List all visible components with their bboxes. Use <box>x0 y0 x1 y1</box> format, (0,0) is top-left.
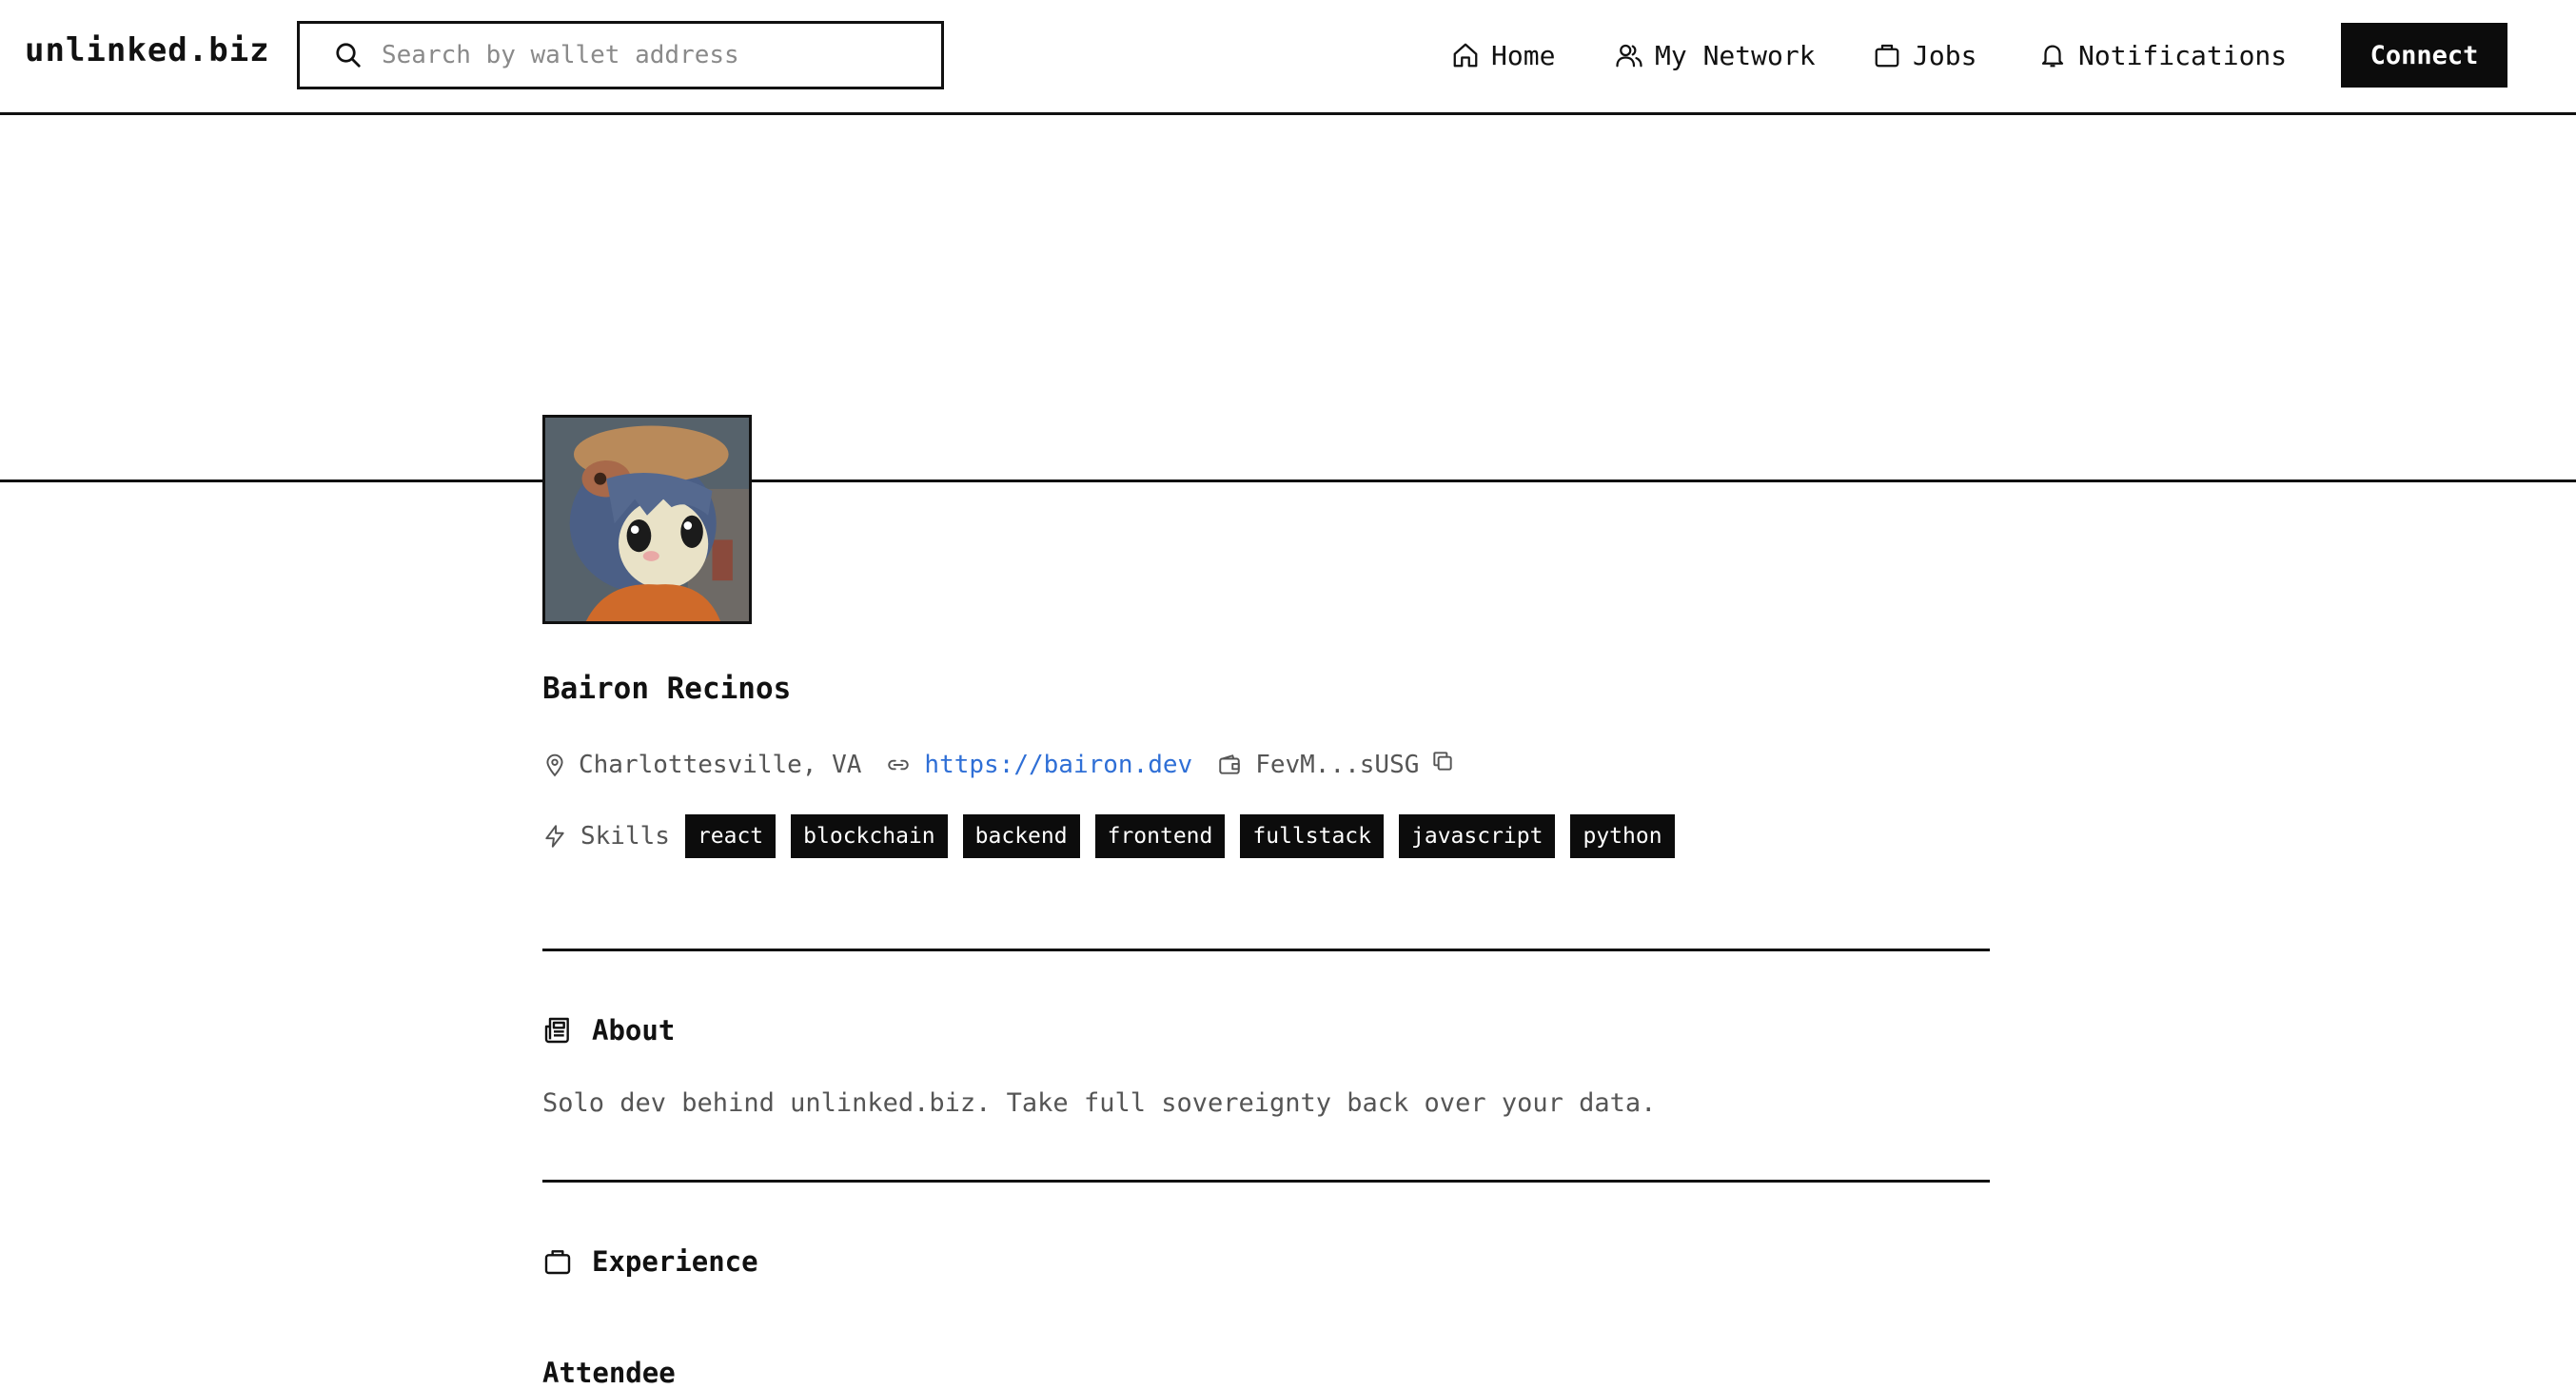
about-title: About <box>592 1014 676 1047</box>
search-icon <box>336 43 361 68</box>
top-bar: unlinked.biz Home My Network Jobs <box>0 0 2576 115</box>
nav-jobs[interactable]: Jobs <box>1873 34 1976 76</box>
map-pin-icon <box>546 753 563 777</box>
nav-my-network-label: My Network <box>1655 39 1816 71</box>
lightning-icon <box>545 825 564 848</box>
profile-meta: Charlottesville, VA https://bairon.dev F… <box>542 748 1455 782</box>
skill-tag[interactable]: blockchain <box>791 814 948 858</box>
skill-tag[interactable]: frontend <box>1094 814 1226 858</box>
skills-label: Skills <box>580 822 670 851</box>
about-heading: About <box>542 1011 675 1049</box>
website-link[interactable]: https://bairon.dev <box>924 751 1192 779</box>
nav-jobs-label: Jobs <box>1913 39 1977 71</box>
nav-home-label: Home <box>1491 39 1556 71</box>
skill-tag[interactable]: react <box>684 814 777 858</box>
experience-heading: Experience <box>542 1242 758 1281</box>
search-input[interactable] <box>380 40 916 70</box>
logo[interactable]: unlinked.biz <box>25 31 270 69</box>
nav-my-network[interactable]: My Network <box>1615 34 1816 76</box>
users-icon <box>1616 44 1642 68</box>
avatar-image <box>545 418 749 621</box>
briefcase-icon <box>1875 44 1899 68</box>
skills-row: Skills react blockchain backend frontend… <box>542 813 1690 859</box>
skill-tag[interactable]: javascript <box>1399 814 1556 858</box>
experience-item-title: Attendee <box>542 1357 676 1389</box>
link-icon <box>888 759 910 771</box>
connect-button[interactable]: Connect <box>2341 23 2507 88</box>
section-divider <box>542 949 1990 951</box>
profile-name: Bairon Recinos <box>542 672 792 706</box>
briefcase-icon <box>544 1250 571 1275</box>
section-divider <box>542 1180 1990 1183</box>
about-text: Solo dev behind unlinked.biz. Take full … <box>542 1088 1657 1118</box>
wallet-icon <box>1219 754 1240 774</box>
location-text: Charlottesville, VA <box>579 751 862 779</box>
avatar <box>542 415 752 624</box>
nav-home[interactable]: Home <box>1451 34 1555 76</box>
newspaper-icon <box>544 1017 569 1044</box>
experience-title: Experience <box>592 1245 758 1278</box>
home-icon <box>1453 43 1478 68</box>
search-box[interactable] <box>297 21 944 89</box>
copy-icon[interactable] <box>1430 749 1455 773</box>
nav-notifications[interactable]: Notifications <box>2038 34 2287 76</box>
banner-divider <box>0 479 2576 482</box>
nav-notifications-label: Notifications <box>2078 39 2288 71</box>
skill-tag[interactable]: python <box>1570 814 1675 858</box>
skill-tag[interactable]: fullstack <box>1240 814 1384 858</box>
wallet-address: FevM...sUSG <box>1255 751 1420 779</box>
skill-tag[interactable]: backend <box>962 814 1080 858</box>
bell-icon <box>2041 45 2064 68</box>
